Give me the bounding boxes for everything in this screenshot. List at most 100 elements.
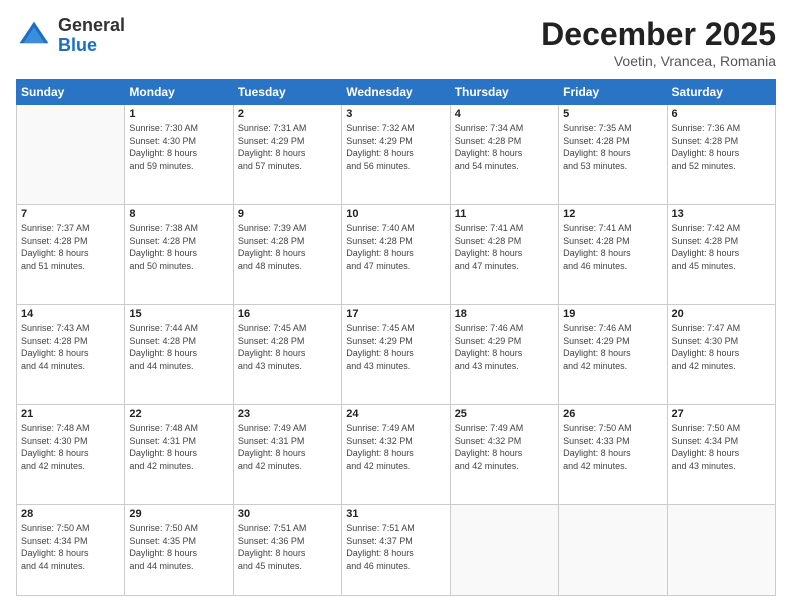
day-info: Sunrise: 7:46 AM Sunset: 4:29 PM Dayligh… xyxy=(563,322,662,372)
day-info: Sunrise: 7:44 AM Sunset: 4:28 PM Dayligh… xyxy=(129,322,228,372)
day-info: Sunrise: 7:49 AM Sunset: 4:32 PM Dayligh… xyxy=(346,422,445,472)
table-row: 8 Sunrise: 7:38 AM Sunset: 4:28 PM Daylig… xyxy=(125,205,233,305)
day-info: Sunrise: 7:41 AM Sunset: 4:28 PM Dayligh… xyxy=(563,222,662,272)
day-info: Sunrise: 7:36 AM Sunset: 4:28 PM Dayligh… xyxy=(672,122,771,172)
day-info: Sunrise: 7:38 AM Sunset: 4:28 PM Dayligh… xyxy=(129,222,228,272)
logo-general: General xyxy=(58,15,125,35)
table-row: 22Sunrise: 7:48 AM Sunset: 4:31 PM Dayli… xyxy=(125,405,233,505)
day-number: 4 xyxy=(455,108,554,120)
day-info: Sunrise: 7:43 AM Sunset: 4:28 PM Dayligh… xyxy=(21,322,120,372)
calendar-week-row: 21Sunrise: 7:48 AM Sunset: 4:30 PM Dayli… xyxy=(17,405,776,505)
day-info: Sunrise: 7:51 AM Sunset: 4:37 PM Dayligh… xyxy=(346,522,445,572)
logo-blue: Blue xyxy=(58,35,97,55)
day-info: Sunrise: 7:31 AM Sunset: 4:29 PM Dayligh… xyxy=(238,122,337,172)
table-row: 13 Sunrise: 7:42 AM Sunset: 4:28 PM Dayli… xyxy=(667,205,775,305)
table-row: 4 Sunrise: 7:34 AM Sunset: 4:28 PM Daylig… xyxy=(450,105,558,205)
table-row: 20 Sunrise: 7:47 AM Sunset: 4:30 PM Dayli… xyxy=(667,305,775,405)
col-saturday: Saturday xyxy=(667,80,775,105)
day-info: Sunrise: 7:39 AM Sunset: 4:28 PM Dayligh… xyxy=(238,222,337,272)
day-info: Sunrise: 7:50 AM Sunset: 4:34 PM Dayligh… xyxy=(21,522,120,572)
day-info: Sunrise: 7:50 AM Sunset: 4:34 PM Dayligh… xyxy=(672,422,771,472)
day-info: Sunrise: 7:40 AM Sunset: 4:28 PM Dayligh… xyxy=(346,222,445,272)
col-tuesday: Tuesday xyxy=(233,80,341,105)
table-row: 10 Sunrise: 7:40 AM Sunset: 4:28 PM Dayli… xyxy=(342,205,450,305)
table-row: 5 Sunrise: 7:35 AM Sunset: 4:28 PM Daylig… xyxy=(559,105,667,205)
day-number: 11 xyxy=(455,208,554,220)
table-row: 7Sunrise: 7:37 AM Sunset: 4:28 PM Daylig… xyxy=(17,205,125,305)
day-number: 26 xyxy=(563,408,662,420)
table-row: 17Sunrise: 7:45 AM Sunset: 4:29 PM Dayli… xyxy=(342,305,450,405)
day-number: 20 xyxy=(672,308,771,320)
subtitle: Voetin, Vrancea, Romania xyxy=(541,53,776,69)
day-number: 27 xyxy=(672,408,771,420)
day-info: Sunrise: 7:42 AM Sunset: 4:28 PM Dayligh… xyxy=(672,222,771,272)
day-number: 23 xyxy=(238,408,337,420)
day-number: 15 xyxy=(129,308,228,320)
table-row: 9 Sunrise: 7:39 AM Sunset: 4:28 PM Daylig… xyxy=(233,205,341,305)
day-info: Sunrise: 7:50 AM Sunset: 4:35 PM Dayligh… xyxy=(129,522,228,572)
day-number: 5 xyxy=(563,108,662,120)
day-number: 31 xyxy=(346,508,445,520)
table-row: 26 Sunrise: 7:50 AM Sunset: 4:33 PM Dayli… xyxy=(559,405,667,505)
col-friday: Friday xyxy=(559,80,667,105)
day-number: 29 xyxy=(129,508,228,520)
logo-text: General Blue xyxy=(58,16,125,56)
table-row: 16 Sunrise: 7:45 AM Sunset: 4:28 PM Dayli… xyxy=(233,305,341,405)
day-info: Sunrise: 7:34 AM Sunset: 4:28 PM Dayligh… xyxy=(455,122,554,172)
calendar-table: Sunday Monday Tuesday Wednesday Thursday… xyxy=(16,79,776,596)
day-number: 10 xyxy=(346,208,445,220)
table-row: 25 Sunrise: 7:49 AM Sunset: 4:32 PM Dayli… xyxy=(450,405,558,505)
col-thursday: Thursday xyxy=(450,80,558,105)
day-number: 8 xyxy=(129,208,228,220)
table-row: 12Sunrise: 7:41 AM Sunset: 4:28 PM Dayli… xyxy=(559,205,667,305)
day-info: Sunrise: 7:48 AM Sunset: 4:31 PM Dayligh… xyxy=(129,422,228,472)
table-row xyxy=(559,505,667,596)
main-title: December 2025 xyxy=(541,16,776,53)
table-row: 11 Sunrise: 7:41 AM Sunset: 4:28 PM Dayli… xyxy=(450,205,558,305)
day-number: 6 xyxy=(672,108,771,120)
day-number: 25 xyxy=(455,408,554,420)
table-row: 27 Sunrise: 7:50 AM Sunset: 4:34 PM Dayli… xyxy=(667,405,775,505)
day-info: Sunrise: 7:30 AM Sunset: 4:30 PM Dayligh… xyxy=(129,122,228,172)
logo: General Blue xyxy=(16,16,125,56)
day-number: 16 xyxy=(238,308,337,320)
table-row: 31 Sunrise: 7:51 AM Sunset: 4:37 PM Dayli… xyxy=(342,505,450,596)
title-block: December 2025 Voetin, Vrancea, Romania xyxy=(541,16,776,69)
table-row xyxy=(17,105,125,205)
logo-icon xyxy=(16,18,52,54)
day-number: 30 xyxy=(238,508,337,520)
day-info: Sunrise: 7:45 AM Sunset: 4:29 PM Dayligh… xyxy=(346,322,445,372)
calendar-header-row: Sunday Monday Tuesday Wednesday Thursday… xyxy=(17,80,776,105)
day-info: Sunrise: 7:37 AM Sunset: 4:28 PM Dayligh… xyxy=(21,222,120,272)
day-number: 3 xyxy=(346,108,445,120)
table-row: 2 Sunrise: 7:31 AM Sunset: 4:29 PM Daylig… xyxy=(233,105,341,205)
day-info: Sunrise: 7:47 AM Sunset: 4:30 PM Dayligh… xyxy=(672,322,771,372)
day-info: Sunrise: 7:45 AM Sunset: 4:28 PM Dayligh… xyxy=(238,322,337,372)
table-row xyxy=(667,505,775,596)
day-info: Sunrise: 7:41 AM Sunset: 4:28 PM Dayligh… xyxy=(455,222,554,272)
day-number: 28 xyxy=(21,508,120,520)
header: General Blue December 2025 Voetin, Vranc… xyxy=(16,16,776,69)
day-number: 9 xyxy=(238,208,337,220)
day-number: 24 xyxy=(346,408,445,420)
day-info: Sunrise: 7:50 AM Sunset: 4:33 PM Dayligh… xyxy=(563,422,662,472)
table-row: 21Sunrise: 7:48 AM Sunset: 4:30 PM Dayli… xyxy=(17,405,125,505)
calendar-week-row: 7Sunrise: 7:37 AM Sunset: 4:28 PM Daylig… xyxy=(17,205,776,305)
table-row: 6 Sunrise: 7:36 AM Sunset: 4:28 PM Daylig… xyxy=(667,105,775,205)
day-info: Sunrise: 7:35 AM Sunset: 4:28 PM Dayligh… xyxy=(563,122,662,172)
day-number: 13 xyxy=(672,208,771,220)
page: General Blue December 2025 Voetin, Vranc… xyxy=(0,0,792,612)
table-row: 14 Sunrise: 7:43 AM Sunset: 4:28 PM Dayli… xyxy=(17,305,125,405)
table-row: 19Sunrise: 7:46 AM Sunset: 4:29 PM Dayli… xyxy=(559,305,667,405)
table-row: 3Sunrise: 7:32 AM Sunset: 4:29 PM Daylig… xyxy=(342,105,450,205)
day-info: Sunrise: 7:49 AM Sunset: 4:32 PM Dayligh… xyxy=(455,422,554,472)
calendar-week-row: 1Sunrise: 7:30 AM Sunset: 4:30 PM Daylig… xyxy=(17,105,776,205)
table-row: 29 Sunrise: 7:50 AM Sunset: 4:35 PM Dayli… xyxy=(125,505,233,596)
day-number: 2 xyxy=(238,108,337,120)
day-info: Sunrise: 7:51 AM Sunset: 4:36 PM Dayligh… xyxy=(238,522,337,572)
table-row: 1Sunrise: 7:30 AM Sunset: 4:30 PM Daylig… xyxy=(125,105,233,205)
day-number: 14 xyxy=(21,308,120,320)
table-row: 24 Sunrise: 7:49 AM Sunset: 4:32 PM Dayli… xyxy=(342,405,450,505)
day-info: Sunrise: 7:46 AM Sunset: 4:29 PM Dayligh… xyxy=(455,322,554,372)
col-monday: Monday xyxy=(125,80,233,105)
